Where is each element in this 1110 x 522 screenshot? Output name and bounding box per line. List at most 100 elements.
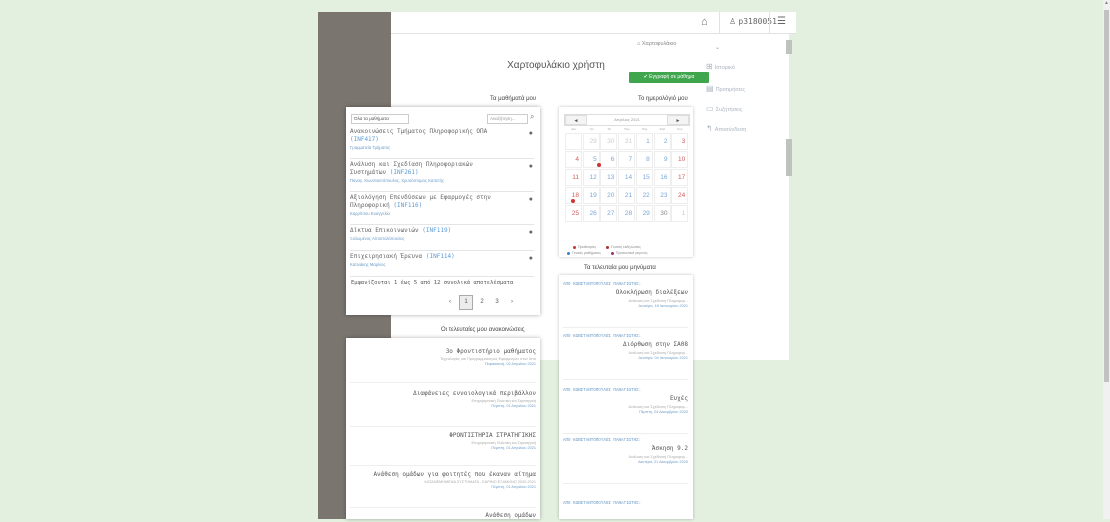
post-item[interactable]: ΑΠΟ ΚΩΝΣΤΑΝΤΟΠΟΥΛΟΣ ΠΑΝΑΓΙΩΤΗΣ: Ευχές Αν… xyxy=(563,387,688,434)
course-item[interactable]: Αξιολόγηση Επενδύσεων με Εφαρμογές στην … xyxy=(350,194,534,225)
announcement-item[interactable]: Ανάθεση ομάδων για φοιτητές που έκαναν α… xyxy=(350,471,536,508)
post-item[interactable]: ΑΠΟ ΚΩΝΣΤΑΝΤΟΠΟΥΛΟΣ ΠΑΝΑΓΙΩΤΗΣ: Διόρθωση… xyxy=(563,333,688,380)
expand-icon[interactable]: ● xyxy=(529,229,533,236)
announcement-title[interactable]: ΦΡΟΝΤΙΣΤΗΡΙΑ ΣΤΡΑΤΗΓΙΚΗΣ xyxy=(350,432,536,439)
page-scrollbar[interactable]: ▲ xyxy=(1103,0,1110,519)
settings-icon[interactable]: ☰ xyxy=(777,16,786,27)
post-author: ΑΠΟ ΚΩΝΣΤΑΝΤΟΠΟΥΛΟΣ ΠΑΝΑΓΙΩΤΗΣ: xyxy=(563,387,642,392)
course-item[interactable]: Δίκτυα Επικοινωνιών (INF119) Ξυλωμένος Α… xyxy=(350,227,534,251)
course-teacher: Κατινάκης Μαρίνος xyxy=(350,262,386,267)
calendar-day[interactable]: 1 xyxy=(671,205,689,222)
calendar-day[interactable]: 21 xyxy=(618,187,636,204)
course-title: Δίκτυα Επικοινωνιών (INF119) xyxy=(350,227,452,234)
calendar-day[interactable]: 7 xyxy=(618,151,636,168)
expand-icon[interactable]: ● xyxy=(529,130,533,137)
post-title[interactable]: Ολοκλήρωση διαλέξεων xyxy=(563,289,688,296)
calendar-day[interactable]: 14 xyxy=(618,169,636,186)
calendar-day[interactable]: 25 xyxy=(565,205,582,222)
announcement-title[interactable]: Ανάθεση ομάδων xyxy=(350,512,536,519)
calendar-day[interactable]: 24 xyxy=(671,187,689,204)
menu-item-history[interactable]: ⊞ Ιστορικό xyxy=(706,62,735,71)
calendar-day[interactable]: 20 xyxy=(600,187,618,204)
announcement-item[interactable]: 3ο Φροντιστήριο μαθήματος Τεχνολογίες κα… xyxy=(350,348,536,383)
announcement-date: Πέμπτη, 01 Απριλίου 2021 xyxy=(491,404,536,408)
post-item[interactable]: ΑΠΟ ΚΩΝΣΤΑΝΤΟΠΟΥΛΟΣ ΠΑΝΑΓΙΩΤΗΣ: Άσκηση 9… xyxy=(563,437,688,484)
page-1-button[interactable]: 1 xyxy=(459,295,473,310)
scroll-up-icon[interactable]: ▲ xyxy=(1103,0,1110,8)
menu-item-preferences[interactable]: ▤ Προτιμήσεις xyxy=(706,84,745,93)
breadcrumb-label: Χαρτοφυλάκιο xyxy=(641,41,677,47)
calendar-day[interactable]: 8 xyxy=(635,151,653,168)
post-item[interactable]: ΑΠΟ ΚΩΝΣΤΑΝΤΟΠΟΥΛΟΣ ΠΑΝΑΓΙΩΤΗΣ: Ολοκλήρω… xyxy=(563,281,688,328)
course-search-input[interactable]: Αναζήτηση... xyxy=(487,114,528,124)
announcement-title[interactable]: Διαφάνειες εννοιολογικά περιβάλλον xyxy=(350,390,536,397)
next-month-button[interactable]: ► xyxy=(667,115,689,125)
calendar-day[interactable]: 2 xyxy=(653,133,671,150)
calendar-day[interactable]: 9 xyxy=(653,151,671,168)
calendar-day[interactable]: 1 xyxy=(635,133,653,150)
post-course: Ανάλυση και Σχεδίαση Πληροφορ... xyxy=(628,405,688,409)
page-2-button[interactable]: 2 xyxy=(476,296,488,309)
expand-icon[interactable]: ● xyxy=(529,163,533,170)
page-3-button[interactable]: 3 xyxy=(491,296,503,309)
post-title[interactable]: Ευχές xyxy=(563,395,688,402)
calendar-day[interactable]: 10 xyxy=(671,151,689,168)
expand-icon[interactable]: ● xyxy=(529,255,533,262)
calendar-day[interactable]: 29 xyxy=(635,205,653,222)
menu-item-forums[interactable]: ▭ Συζητήσεις xyxy=(706,104,742,113)
menu-item-logout[interactable]: ↰ Αποσύνδεση xyxy=(706,124,746,133)
prev-page-button[interactable]: ‹ xyxy=(444,296,456,309)
calendar-day[interactable]: 19 xyxy=(582,187,600,204)
calendar-day[interactable]: 12 xyxy=(582,169,600,186)
calendar-day[interactable]: 22 xyxy=(635,187,653,204)
announcement-title[interactable]: Ανάθεση ομάδων για φοιτητές που έκαναν α… xyxy=(350,471,536,478)
scrollbar-thumb[interactable] xyxy=(1104,10,1109,382)
calendar-day[interactable]: 6 xyxy=(600,151,618,168)
announcement-title[interactable]: 3ο Φροντιστήριο μαθήματος xyxy=(350,348,536,355)
calendar-day[interactable]: 13 xyxy=(600,169,618,186)
announcement-item[interactable]: Διαφάνειες εννοιολογικά περιβάλλον Επιχε… xyxy=(350,390,536,427)
enroll-course-button[interactable]: ✔ Εγγραφή σε μάθημα xyxy=(629,72,709,83)
next-page-button[interactable]: › xyxy=(506,296,518,309)
breadcrumb[interactable]: ⌂ Χαρτοφυλάκιο xyxy=(637,41,676,47)
announcement-item[interactable]: Ανάθεση ομάδων xyxy=(350,512,536,522)
calendar-day[interactable]: 26 xyxy=(582,205,600,222)
history-icon: ⊞ xyxy=(706,62,713,71)
calendar-day[interactable]: 11 xyxy=(565,169,582,186)
course-filter-select[interactable]: Όλα τα μαθήματα xyxy=(351,114,409,124)
announcement-date: Πέμπτη, 01 Απριλίου 2021 xyxy=(491,446,536,450)
calendar-day[interactable]: 27 xyxy=(600,205,618,222)
chevron-down-icon[interactable]: ⌄ xyxy=(715,44,720,51)
course-item[interactable]: Επιχειρησιακή Έρευνα (INF114) Κατινάκης … xyxy=(350,253,534,277)
post-title[interactable]: Διόρθωση στην ΣΑ08 xyxy=(563,341,688,348)
calendar-month: Απρίλιος 2021 xyxy=(614,117,640,122)
calendar-day[interactable]: 16 xyxy=(653,169,671,186)
search-icon[interactable]: ⌕ xyxy=(530,112,534,122)
course-item[interactable]: Ανακοινώσεις Τμήματος Πληροφορικής ΟΠΑ (… xyxy=(350,128,534,159)
prev-month-button[interactable]: ◄ xyxy=(565,115,587,125)
expand-icon[interactable]: ● xyxy=(529,196,533,203)
post-item[interactable]: ΑΠΟ ΚΩΝΣΤΑΝΤΟΠΟΥΛΟΣ ΠΑΝΑΓΙΩΤΗΣ: xyxy=(563,500,688,514)
event-dot[interactable] xyxy=(597,163,601,167)
announcement-date: Παρασκευή, 02 Απριλίου 2021 xyxy=(484,362,536,366)
home-icon[interactable]: ⌂ xyxy=(701,16,708,28)
calendar-day[interactable]: 4 xyxy=(565,151,582,168)
calendar-day[interactable]: 30 xyxy=(653,205,671,222)
announcement-course: Επιχειρησιακή Πολιτική και Στρατηγική xyxy=(471,441,536,445)
calendar-day[interactable]: 30 xyxy=(600,133,618,150)
calendar-day[interactable]: 17 xyxy=(671,169,689,186)
calendar-day[interactable]: 3 xyxy=(671,133,689,150)
calendar-day xyxy=(565,133,582,150)
calendar-day[interactable]: 28 xyxy=(618,205,636,222)
calendar-day[interactable]: 31 xyxy=(618,133,636,150)
divider xyxy=(719,12,720,33)
calendar-day[interactable]: 23 xyxy=(653,187,671,204)
my-announcements-heading: Οι τελευταίες μου ανακοινώσεις xyxy=(441,327,525,333)
calendar-day[interactable]: 29 xyxy=(582,133,600,150)
calendar-day[interactable]: 15 xyxy=(635,169,653,186)
post-author: ΑΠΟ ΚΩΝΣΤΑΝΤΟΠΟΥΛΟΣ ΠΑΝΑΓΙΩΤΗΣ: xyxy=(563,281,642,286)
announcement-item[interactable]: ΦΡΟΝΤΙΣΤΗΡΙΑ ΣΤΡΑΤΗΓΙΚΗΣ Επιχειρησιακή Π… xyxy=(350,432,536,466)
course-item[interactable]: Ανάλυση και Σχεδίαση Πληροφοριακών Συστη… xyxy=(350,161,534,192)
event-dot[interactable] xyxy=(571,199,575,203)
post-title[interactable]: Άσκηση 9.2 xyxy=(563,445,688,452)
